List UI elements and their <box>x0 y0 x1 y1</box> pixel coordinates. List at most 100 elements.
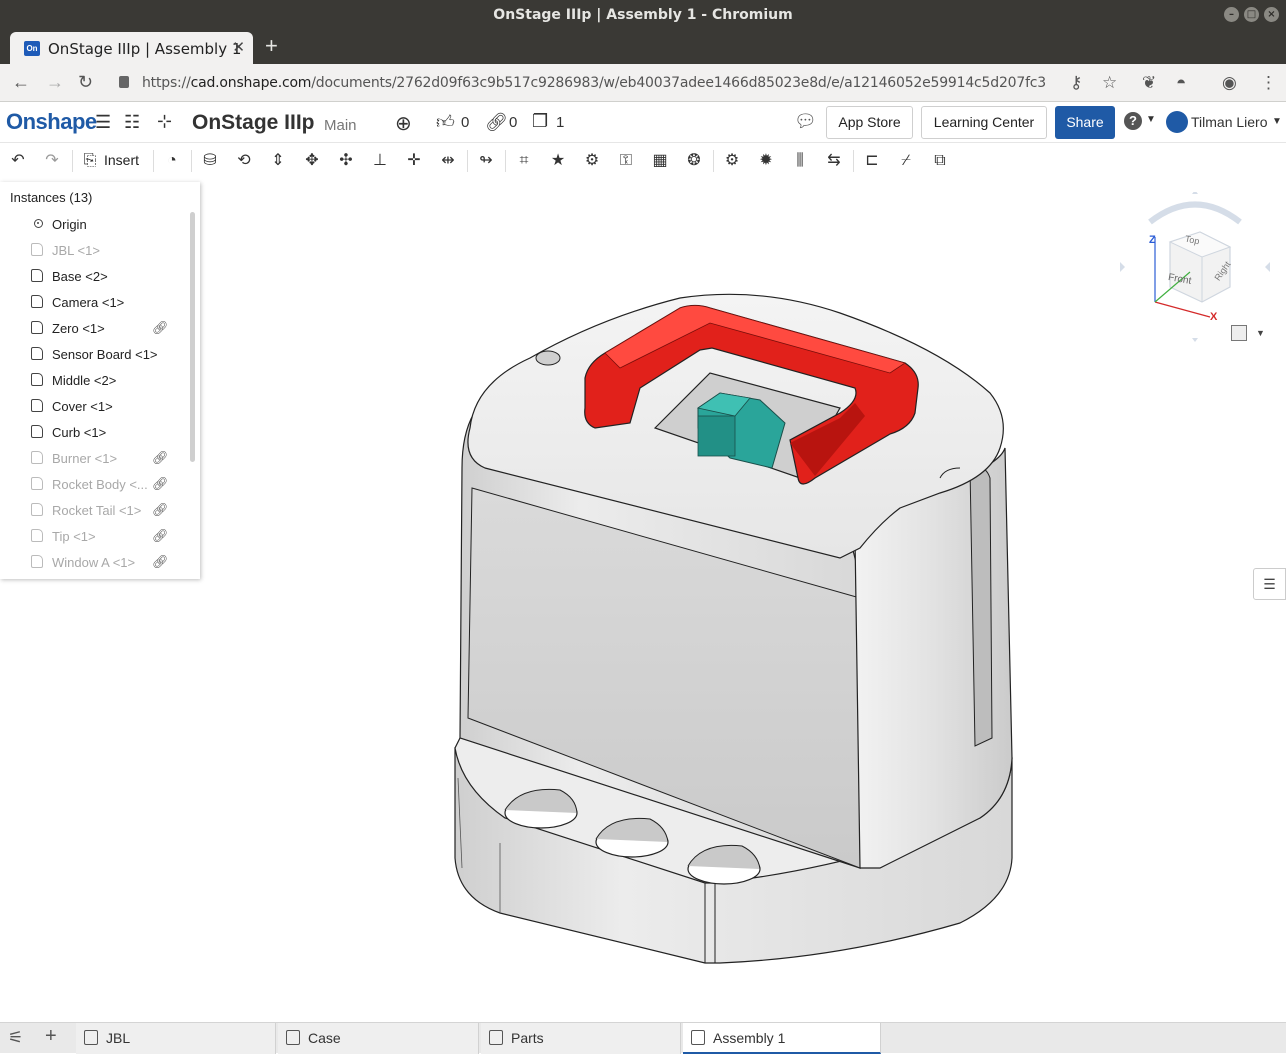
share-button[interactable]: Share <box>1055 106 1115 139</box>
part-instance-icon <box>31 399 43 412</box>
rack-pinion-icon[interactable]: ✹ <box>756 152 776 170</box>
mate-connector-icon[interactable]: ⌗ <box>514 152 534 170</box>
instance-row[interactable]: Camera <1> <box>0 290 190 316</box>
learning-center-button[interactable]: Learning Center <box>921 106 1047 139</box>
user-name[interactable]: Tilman Liero <box>1191 114 1268 130</box>
document-name[interactable]: OnStage IIIp <box>192 111 315 135</box>
tangent-mate-icon[interactable]: ↬ <box>476 152 496 170</box>
url-field[interactable]: https://cad.onshape.com/documents/2762d0… <box>142 75 1046 91</box>
instance-row[interactable]: JBL <1> <box>0 238 190 264</box>
onshape-logo[interactable]: Onshape <box>6 109 97 135</box>
element-tab[interactable]: Assembly 1 <box>683 1023 881 1054</box>
fastened-mate-icon[interactable]: ⛁ <box>200 152 220 170</box>
appearance-panel-icon[interactable]: ☰ <box>1253 568 1286 600</box>
app-store-button[interactable]: App Store <box>826 106 913 139</box>
relation-icon[interactable]: ⚙ <box>582 152 602 170</box>
instance-row[interactable]: Cover <1> <box>0 394 190 420</box>
branch-name[interactable]: Main <box>324 117 357 134</box>
instance-row[interactable]: Rocket Tail <1> 🔗︎ <box>0 498 190 524</box>
instance-row[interactable]: Tip <1> 🔗︎ <box>0 524 190 550</box>
link-icon[interactable]: 🔗︎ <box>485 112 508 133</box>
link-icon[interactable]: 🔗︎ <box>152 476 169 492</box>
globe-icon[interactable]: ⊕ <box>395 111 412 136</box>
instance-row[interactable]: Burner <1> 🔗︎ <box>0 446 190 472</box>
menu-dots-icon[interactable]: ⋮ <box>1260 73 1277 93</box>
new-tab-icon[interactable]: + <box>265 33 278 59</box>
like-icon[interactable]: 👍︎ <box>436 111 455 133</box>
instance-row[interactable]: Curb <1> <box>0 420 190 446</box>
section-view-icon[interactable]: ⌿ <box>896 152 916 170</box>
user-dropdown-icon[interactable]: ▼ <box>1272 116 1282 127</box>
link-icon[interactable]: 🔗︎ <box>152 554 169 570</box>
gear-icon[interactable]: ⚙ <box>722 152 742 170</box>
avatar[interactable] <box>1166 111 1188 133</box>
planar-mate-icon[interactable]: ✥ <box>302 152 322 170</box>
linear-relation-icon[interactable]: ⇆ <box>824 152 844 170</box>
gear-relation-icon[interactable]: ⚿ <box>616 152 636 170</box>
part-instance-icon <box>31 321 43 334</box>
close-icon[interactable]: × <box>1264 7 1279 22</box>
element-tab[interactable]: JBL <box>76 1023 276 1054</box>
help-icon[interactable]: ? <box>1124 112 1142 130</box>
hamburger-menu-icon[interactable]: ☰ <box>95 112 111 133</box>
circular-pattern-icon[interactable]: ❂ <box>684 152 704 170</box>
feature-list-icon[interactable]: ☷ <box>124 112 140 133</box>
revolute-mate-icon[interactable]: ⟲ <box>234 152 254 170</box>
element-tab[interactable]: Parts <box>481 1023 681 1054</box>
view-options-dropdown-icon[interactable]: ▼ <box>1256 328 1265 338</box>
add-feature-icon[interactable]: ⊹ <box>157 111 172 132</box>
ball-mate-icon[interactable]: ✛ <box>404 152 424 170</box>
minimize-icon[interactable]: – <box>1224 7 1239 22</box>
instance-row[interactable]: Middle <2> <box>0 368 190 394</box>
tab-manager-icon[interactable]: ⚟ <box>8 1028 23 1048</box>
comment-icon[interactable]: 💬︎ <box>794 111 817 132</box>
address-bar: ← → ↻ https://cad.onshape.com/documents/… <box>0 64 1286 102</box>
undo-icon[interactable]: ↶ <box>8 152 28 170</box>
link-icon[interactable]: 🔗︎ <box>152 320 169 336</box>
instance-row[interactable]: Base <2> <box>0 264 190 290</box>
instance-row[interactable]: Zero <1> 🔗︎ <box>0 316 190 342</box>
group-icon[interactable]: ★ <box>548 152 568 170</box>
instance-row[interactable]: Sensor Board <1> <box>0 342 190 368</box>
tab-close-icon[interactable]: ✕ <box>232 38 245 56</box>
extension-mask-icon[interactable]: ◓ <box>1176 73 1186 93</box>
view-cube-icon[interactable] <box>1120 192 1270 342</box>
instances-scrollbar[interactable] <box>190 212 195 462</box>
bookmark-star-icon[interactable]: ☆ <box>1102 73 1117 93</box>
link-icon[interactable]: 🔗︎ <box>152 450 169 466</box>
view-options-cube-icon[interactable] <box>1231 325 1247 341</box>
linear-pattern-icon[interactable]: ▦ <box>650 152 670 170</box>
measure-icon[interactable]: ⊏ <box>862 152 882 170</box>
slider-mate-icon[interactable]: ⇕ <box>268 152 288 170</box>
pin-slot-mate-icon[interactable]: ⊥ <box>370 152 390 170</box>
key-icon[interactable]: ⚷ <box>1070 73 1082 93</box>
copy-icon[interactable]: ❐ <box>532 111 548 132</box>
insert-icon[interactable]: ⎘ <box>80 152 100 170</box>
cylindrical-mate-icon[interactable]: ✣ <box>336 152 356 170</box>
parallel-mate-icon[interactable]: ⇹ <box>438 152 458 170</box>
extension-paw-icon[interactable]: ❦ <box>1142 73 1156 93</box>
axis-z-label: Z <box>1149 234 1156 246</box>
browser-tab-strip: On OnStage IIIp | Assembly 1 ✕ + <box>0 30 1286 64</box>
element-tab-label: Parts <box>511 1030 544 1046</box>
forward-icon[interactable]: → <box>46 72 64 93</box>
element-tab[interactable]: Case <box>278 1023 479 1054</box>
reload-icon[interactable]: ↻ <box>78 72 93 93</box>
redo-icon[interactable]: ↷ <box>42 152 62 170</box>
help-dropdown-icon[interactable]: ▼ <box>1146 114 1156 125</box>
link-icon[interactable]: 🔗︎ <box>152 528 169 544</box>
link-icon[interactable]: 🔗︎ <box>152 502 169 518</box>
instance-row[interactable]: Rocket Body <... 🔗︎ <box>0 472 190 498</box>
instance-row[interactable]: Origin <box>0 212 190 238</box>
account-icon[interactable]: ◉ <box>1222 73 1237 93</box>
screw-relation-icon[interactable]: ⫼ <box>790 152 810 170</box>
back-icon[interactable]: ← <box>12 72 30 93</box>
instance-row[interactable]: Window A <1> 🔗︎ <box>0 550 190 576</box>
graphics-viewport[interactable]: Z X Top Front Right ▼ <box>200 178 1286 1022</box>
explode-view-icon[interactable]: ⧉ <box>930 152 950 170</box>
history-icon[interactable]: ◔ <box>162 152 182 170</box>
insert-button[interactable]: Insert <box>104 152 139 168</box>
add-tab-icon[interactable]: + <box>45 1025 57 1048</box>
maximize-icon[interactable]: □ <box>1244 7 1259 22</box>
browser-tab[interactable]: On OnStage IIIp | Assembly 1 ✕ <box>10 32 253 64</box>
